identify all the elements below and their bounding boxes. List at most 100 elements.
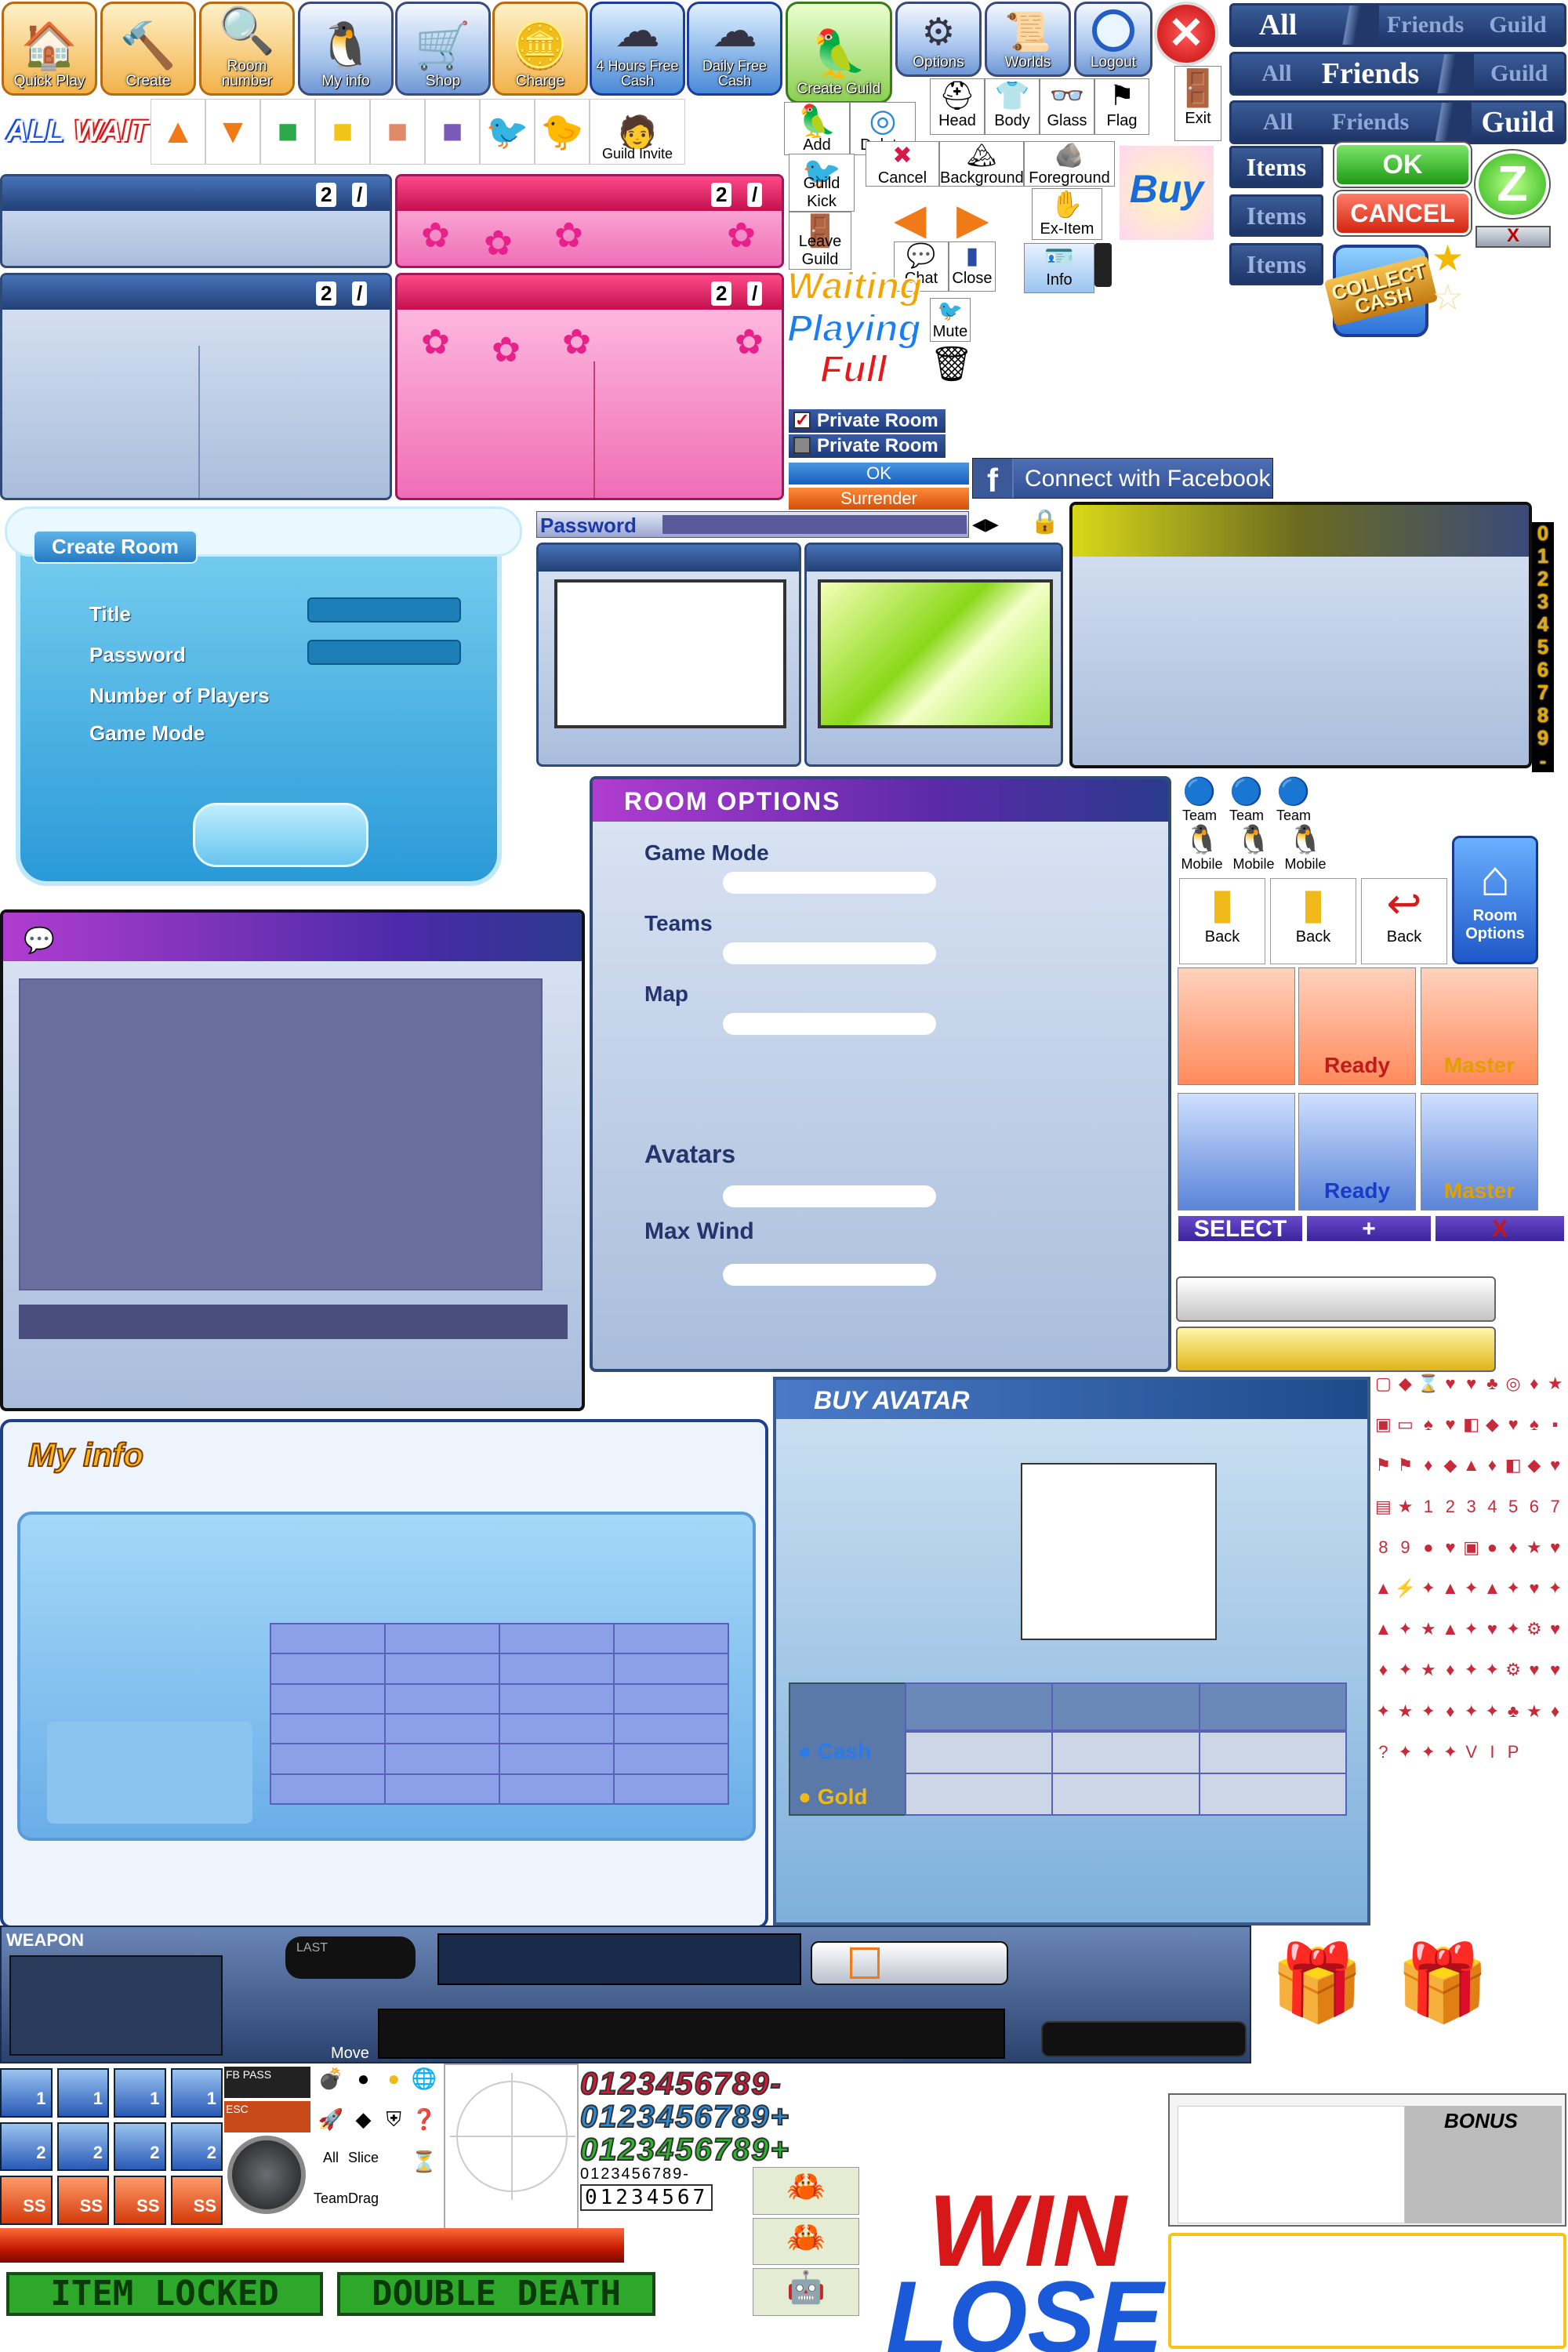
create-guild-button[interactable]: 🦜 Create Guild bbox=[786, 2, 892, 103]
joystick-icon[interactable] bbox=[227, 2136, 306, 2214]
options-button[interactable]: ⚙ Options bbox=[895, 2, 982, 77]
mute-button[interactable]: 🐦 Mute bbox=[930, 298, 971, 342]
item-slot[interactable]: 2 bbox=[0, 2122, 53, 2172]
logout-button[interactable]: Logout bbox=[1074, 2, 1152, 77]
private-room-checked[interactable]: ✓ Private Room bbox=[789, 409, 946, 433]
room-panel-large-pink[interactable]: 2/✿ ✿ ✿ ✿ bbox=[395, 273, 784, 500]
arrow-down-icon[interactable]: ▼ bbox=[205, 99, 260, 165]
fb-pass-icon[interactable]: FB PASS bbox=[224, 2067, 310, 2098]
ok-button[interactable]: OK bbox=[1334, 143, 1471, 187]
item-slot[interactable]: 1 bbox=[114, 2068, 166, 2118]
tab-friends[interactable]: Friends bbox=[1322, 56, 1420, 91]
collect-cash-button[interactable]: COLLECT CASH bbox=[1323, 245, 1438, 337]
chevron-button[interactable] bbox=[1178, 1093, 1295, 1210]
item-slot[interactable]: 1 bbox=[170, 2068, 223, 2118]
room-panel-large[interactable]: 2/ bbox=[0, 273, 392, 500]
filter-wait-button[interactable]: WAIT bbox=[72, 99, 151, 165]
ready-chevron-button[interactable]: Ready bbox=[1298, 1093, 1416, 1210]
item-slot[interactable]: SS bbox=[170, 2176, 223, 2225]
mobile-icon[interactable]: 🐧 Mobile bbox=[1228, 823, 1279, 873]
glass-button[interactable]: 👓 Glass bbox=[1040, 78, 1094, 135]
item-slot[interactable]: 1 bbox=[0, 2068, 53, 2118]
add-button[interactable]: 🦜 Add bbox=[784, 102, 850, 155]
password-field[interactable] bbox=[307, 640, 461, 665]
shop-button[interactable]: 🛒 Shop bbox=[395, 2, 491, 96]
game-mode-field[interactable] bbox=[723, 872, 936, 894]
small-close-button[interactable]: X bbox=[1475, 226, 1551, 248]
room-panel-pink[interactable]: 2/✿ ✿ ✿ ✿ bbox=[395, 174, 784, 268]
back-button[interactable]: ▮ Back bbox=[1270, 878, 1356, 964]
create-room-confirm-button[interactable] bbox=[193, 803, 368, 867]
guild-invite-button[interactable]: Guild Invite 🧑 bbox=[590, 99, 685, 165]
body-button[interactable]: 👕 Body bbox=[985, 78, 1040, 135]
item-slot[interactable]: 2 bbox=[170, 2122, 223, 2172]
room-number-button[interactable]: 🔍 Room number bbox=[199, 2, 295, 96]
worlds-button[interactable]: 📜 Worlds bbox=[985, 2, 1071, 77]
password-bar[interactable]: Password bbox=[536, 511, 969, 538]
ex-item-button[interactable]: ✋ Ex-Item bbox=[1032, 188, 1102, 240]
master-chevron-button[interactable]: Master bbox=[1421, 1093, 1538, 1210]
trash-icon[interactable]: 🗑 bbox=[930, 343, 974, 390]
remove-button[interactable]: X bbox=[1435, 1215, 1565, 1242]
item-slot[interactable]: 2 bbox=[114, 2122, 166, 2172]
arrow-left-icon[interactable]: ◀ bbox=[894, 194, 927, 244]
info-button[interactable]: 🪪 Info bbox=[1024, 243, 1094, 293]
team-icon[interactable]: 🔵 Team bbox=[1176, 776, 1223, 823]
tab-all[interactable]: All bbox=[1232, 8, 1324, 42]
tab-bar-guild[interactable]: All Friends Guild bbox=[1229, 100, 1566, 144]
facebook-connect-button[interactable]: f Connect with Facebook bbox=[972, 458, 1273, 499]
close-icon[interactable]: ✕ bbox=[1154, 2, 1218, 66]
tab-all[interactable]: All bbox=[1232, 60, 1322, 87]
charge-button[interactable]: 🪙 Charge bbox=[492, 2, 588, 96]
avatars-field[interactable] bbox=[723, 1185, 936, 1207]
items-tab[interactable]: Items bbox=[1229, 194, 1323, 237]
plus-button[interactable]: + bbox=[1306, 1215, 1432, 1242]
back-button[interactable]: ↩ Back bbox=[1361, 878, 1447, 964]
z-button[interactable]: Z bbox=[1475, 151, 1549, 218]
daily-free-cash-button[interactable]: ☁ Daily Free Cash bbox=[687, 2, 782, 96]
surrender-button[interactable]: Surrender bbox=[789, 488, 969, 510]
flag-button[interactable]: ⚑ Flag bbox=[1094, 78, 1149, 135]
item-slot[interactable]: SS bbox=[114, 2176, 166, 2225]
quick-play-button[interactable]: 🏠 Quick Play bbox=[2, 2, 97, 96]
item-slot[interactable]: 1 bbox=[56, 2068, 109, 2118]
tab-bar-all[interactable]: All Friends Guild bbox=[1229, 3, 1566, 47]
arrow-up-icon[interactable]: ▲ bbox=[151, 99, 205, 165]
cancel-button[interactable]: CANCEL bbox=[1334, 191, 1471, 235]
background-button[interactable]: 🏔 Background bbox=[939, 141, 1024, 187]
room-options-button[interactable]: ⌂ Room Options bbox=[1452, 836, 1538, 964]
tab-friends[interactable]: Friends bbox=[1324, 109, 1417, 136]
close-small-button[interactable]: ▮ Close bbox=[949, 241, 996, 292]
mobile-icon[interactable]: 🐧 Mobile bbox=[1176, 823, 1228, 873]
mobile-icon[interactable]: 🐧 Mobile bbox=[1279, 823, 1331, 873]
ready-chevron-button[interactable]: Ready bbox=[1298, 967, 1416, 1085]
chat-input[interactable] bbox=[19, 1305, 568, 1339]
master-chevron-button[interactable]: Master bbox=[1421, 967, 1538, 1085]
tab-friends[interactable]: Friends bbox=[1379, 12, 1472, 38]
leave-guild-button[interactable]: 🚪 Leave Guild bbox=[789, 212, 851, 270]
select-button[interactable]: SELECT bbox=[1178, 1215, 1303, 1242]
tab-guild[interactable]: Guild bbox=[1472, 105, 1564, 140]
free-cash-4h-button[interactable]: ☁ 4 Hours Free Cash bbox=[590, 2, 685, 96]
ok-bar-button[interactable]: OK bbox=[789, 463, 969, 485]
item-slot[interactable]: SS bbox=[56, 2176, 109, 2225]
create-button[interactable]: 🔨 Create bbox=[100, 2, 196, 96]
cancel-small-button[interactable]: ✖ Cancel bbox=[866, 141, 939, 187]
team-icon[interactable]: 🔵 Team bbox=[1223, 776, 1270, 823]
page-arrows-icon[interactable]: ◀▶ bbox=[972, 511, 1018, 538]
tab-guild[interactable]: Guild bbox=[1474, 60, 1564, 87]
max-wind-field[interactable] bbox=[723, 1264, 936, 1286]
item-slot[interactable]: 2 bbox=[56, 2122, 109, 2172]
back-button[interactable]: ▮ Back bbox=[1179, 878, 1265, 964]
items-tab[interactable]: Items bbox=[1229, 243, 1323, 285]
items-tab-active[interactable]: Items bbox=[1229, 146, 1323, 188]
my-info-button[interactable]: 🐧 My info bbox=[298, 2, 394, 96]
guild-kick-button[interactable]: 🐦 Guild Kick bbox=[789, 154, 855, 212]
foreground-button[interactable]: 🪨 Foreground bbox=[1024, 141, 1115, 187]
tab-guild[interactable]: Guild bbox=[1472, 12, 1564, 38]
item-slot[interactable]: SS bbox=[0, 2176, 53, 2225]
buy-button[interactable]: Buy bbox=[1120, 146, 1214, 240]
private-room-unchecked[interactable]: Private Room bbox=[789, 434, 946, 458]
tab-all[interactable]: All bbox=[1232, 109, 1324, 136]
title-field[interactable] bbox=[307, 597, 461, 622]
